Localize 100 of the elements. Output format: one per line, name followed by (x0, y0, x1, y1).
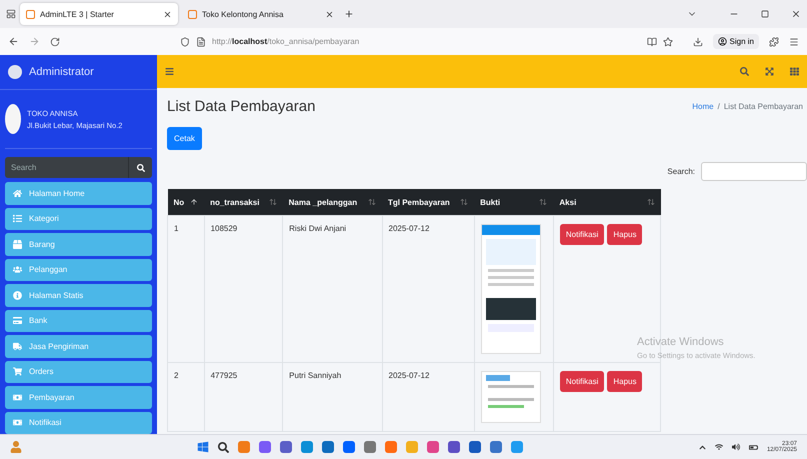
payment-receipt-drawing (480, 371, 541, 423)
info-icon (13, 290, 22, 300)
breadcrumb-link[interactable]: Home (692, 102, 714, 111)
menu-icon[interactable] (789, 36, 799, 46)
user-icon (718, 37, 727, 46)
column-header[interactable]: Aksi (553, 189, 660, 216)
column-header[interactable]: no_transaksi (204, 189, 283, 216)
table-cell: 2025-07-12 (382, 362, 474, 432)
sidebar-search-field[interactable]: Search (5, 157, 128, 178)
box-icon (13, 240, 22, 249)
table-cell: 108529 (204, 216, 283, 362)
table-cell: 1 (168, 216, 204, 362)
download-icon[interactable] (692, 36, 703, 46)
menu-icon[interactable] (165, 67, 174, 76)
delete-button[interactable]: Hapus (607, 224, 642, 245)
browser-tab[interactable]: Toko Kelontong Annisa (182, 3, 340, 25)
battery-icon[interactable] (748, 442, 758, 452)
app-icon[interactable] (385, 441, 398, 453)
app-icon[interactable] (490, 441, 502, 453)
sort-icon[interactable] (539, 198, 548, 206)
banknote-icon (13, 392, 22, 402)
table-cell: 2025-07-12 (382, 216, 474, 362)
url-text[interactable]: http://localhost/toko_annisa/pembayaran (212, 37, 641, 46)
tab-overview-icon[interactable] (6, 9, 16, 19)
avatar-icon (5, 104, 21, 134)
sidebar-item[interactable]: Notifikasi (5, 412, 152, 434)
app-icon[interactable] (343, 441, 356, 453)
column-header[interactable]: Nama _pelanggan (282, 189, 382, 216)
close-icon[interactable] (163, 10, 172, 18)
address-bar[interactable]: http://localhost/toko_annisa/pembayaran (180, 32, 673, 52)
app-icon[interactable] (448, 441, 460, 453)
banknote-icon (13, 418, 22, 428)
table-cell: 2 (168, 362, 204, 432)
list-icon (13, 214, 22, 224)
table-cell: Putri Sanniyah (282, 362, 382, 432)
sidebar-item[interactable]: Jasa Pengiriman (5, 335, 152, 358)
maximize-icon[interactable] (761, 10, 769, 18)
sort-icon[interactable] (460, 198, 468, 206)
reader-view-icon[interactable] (646, 36, 657, 46)
close-icon[interactable] (325, 10, 334, 18)
new-tab-icon[interactable] (344, 9, 354, 19)
app-icon[interactable] (511, 441, 524, 453)
sidebar-item[interactable]: Halaman Home (5, 182, 152, 205)
wifi-icon[interactable] (714, 443, 723, 451)
app-icon[interactable] (322, 441, 334, 453)
back-icon[interactable] (8, 36, 19, 47)
users-icon (13, 265, 22, 274)
sidebar-item[interactable]: Pelanggan (5, 258, 152, 282)
sidebar-item[interactable]: Barang (5, 233, 152, 256)
app-icon[interactable] (364, 441, 376, 453)
page-icon (196, 36, 206, 46)
app-icon[interactable] (427, 441, 440, 453)
breadcrumb-separator: / (718, 102, 720, 111)
activation-title: Activate Windows (637, 336, 725, 348)
sort-icon[interactable] (268, 198, 277, 206)
app-icon[interactable] (280, 441, 292, 453)
sidebar-item[interactable]: Halaman Statis (5, 284, 152, 307)
page-icon (188, 10, 197, 18)
search-button[interactable] (128, 157, 152, 178)
notify-button[interactable]: Notifikasi (560, 224, 604, 245)
bookmark-star-icon[interactable] (662, 36, 673, 46)
extensions-icon[interactable] (769, 36, 779, 46)
sidebar-item[interactable]: Bank (5, 310, 152, 332)
search-icon[interactable] (218, 442, 230, 452)
app-icon[interactable] (238, 441, 250, 453)
card-icon (13, 316, 22, 326)
shield-icon (180, 36, 190, 46)
app-icon[interactable] (469, 441, 482, 453)
grid-icon[interactable] (790, 67, 799, 76)
reload-icon[interactable] (50, 36, 60, 46)
table-cell: 477925 (204, 362, 283, 432)
breadcrumb-current: List Data Pembayaran (724, 102, 803, 111)
page-icon (26, 10, 35, 18)
home-icon (13, 188, 22, 198)
sidebar-item[interactable]: Pembayaran (5, 386, 152, 409)
logo-icon (8, 64, 22, 79)
volume-icon[interactable] (732, 443, 740, 451)
close-icon[interactable] (791, 9, 801, 19)
sign-in-button[interactable]: Sign in (712, 34, 759, 49)
app-icon[interactable] (259, 441, 272, 453)
column-header[interactable]: Tgl Pembayaran (382, 189, 474, 216)
brand-name: Administrator (29, 66, 94, 78)
fullscreen-icon[interactable] (765, 67, 774, 76)
cart-icon (13, 367, 22, 376)
notify-button[interactable]: Notifikasi (560, 371, 604, 392)
column-header[interactable]: Bukti (474, 189, 554, 216)
print-button[interactable]: Cetak (167, 127, 202, 150)
sidebar-item[interactable]: Orders (5, 360, 152, 384)
column-header[interactable]: No (168, 189, 204, 216)
browser-tab[interactable]: AdminLTE 3 | Starter (20, 3, 178, 25)
table-cell: Riski Dwi Anjani (282, 216, 382, 362)
sidebar-item[interactable]: Kategori (5, 208, 152, 230)
app-icon[interactable] (301, 441, 314, 453)
sort-icon[interactable] (646, 198, 654, 206)
chevron-up-icon[interactable] (698, 444, 706, 450)
sort-icon[interactable] (368, 198, 376, 206)
sort-ascending-icon[interactable] (190, 198, 198, 206)
search-field[interactable] (701, 162, 807, 181)
delete-button[interactable]: Hapus (607, 371, 642, 392)
start-icon[interactable] (197, 441, 210, 453)
